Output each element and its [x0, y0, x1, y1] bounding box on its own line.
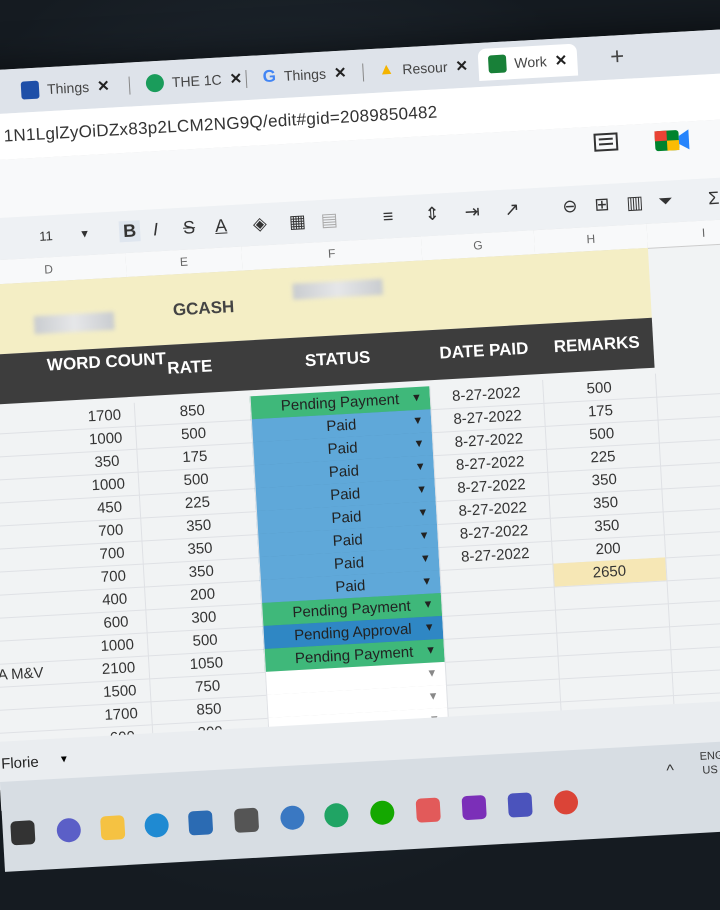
dropdown-arrow-icon[interactable]: ▼ — [422, 593, 434, 617]
tab-work[interactable]: Work ✕ — [477, 43, 579, 82]
close-icon[interactable]: ✕ — [455, 57, 469, 76]
status-label: Paid — [334, 577, 366, 596]
col-letter: H — [586, 231, 596, 247]
dropdown-arrow-icon[interactable]: ▼ — [412, 410, 424, 434]
dropdown-arrow-icon[interactable]: ▼ — [417, 502, 429, 526]
dropdown-arrow-icon[interactable]: ▼ — [427, 685, 439, 709]
filter-icon[interactable]: ⏷ — [658, 190, 674, 212]
col-letter: F — [327, 246, 336, 261]
dropdown-arrow-icon[interactable]: ▼ — [416, 479, 428, 503]
store-icon[interactable] — [187, 810, 214, 836]
chrome-icon[interactable] — [553, 789, 579, 816]
dropdown-arrow-icon[interactable]: ▼ — [426, 662, 438, 686]
tab-the-1c[interactable]: THE 1C ✕ — [135, 62, 253, 100]
merge-cells-icon: ▤ — [320, 209, 339, 231]
photo-scene: Things ✕ THE 1C ✕ G Things ✕ ▲ Resour ✕ — [0, 0, 720, 910]
chevron-up-icon[interactable]: ^ — [666, 762, 675, 780]
link-icon[interactable]: ⊖ — [562, 196, 578, 218]
dropdown-arrow-icon[interactable]: ▼ — [418, 525, 430, 549]
dropdown-caret-icon[interactable]: ▼ — [79, 228, 91, 241]
tab-label: Things — [283, 65, 327, 84]
upwork-icon[interactable] — [369, 800, 395, 826]
col-letter: D — [43, 262, 54, 277]
status-label: Paid — [331, 508, 362, 527]
align-icon[interactable]: ≡ — [382, 206, 394, 228]
italic-button[interactable]: I — [153, 219, 159, 240]
insert-chart-icon[interactable]: ▥ — [626, 192, 644, 214]
tab-label: Resour — [401, 58, 448, 78]
dropdown-arrow-icon[interactable]: ▼ — [421, 570, 433, 594]
language-indicator[interactable]: ENG — [699, 750, 720, 763]
dropdown-arrow-icon[interactable]: ▼ — [425, 639, 437, 663]
status-label: Paid — [327, 439, 359, 459]
tab-separator — [362, 63, 365, 82]
asana-icon[interactable] — [415, 797, 441, 823]
status-label: Paid — [328, 462, 360, 482]
laptop-screen: Things ✕ THE 1C ✕ G Things ✕ ▲ Resour ✕ — [0, 27, 720, 811]
fill-color-icon[interactable]: ◈ — [252, 213, 267, 235]
grammarly-icon[interactable] — [323, 802, 350, 828]
task-view-icon[interactable] — [10, 820, 36, 846]
text-rotate-icon[interactable]: ↗ — [504, 199, 520, 221]
settings-icon[interactable] — [279, 805, 306, 831]
status-label: Paid — [333, 554, 365, 573]
sheet-menu-caret-icon[interactable]: ▼ — [59, 754, 70, 766]
dropdown-arrow-icon[interactable]: ▼ — [419, 547, 432, 571]
tab-things-2[interactable]: G Things ✕ — [252, 56, 357, 94]
tab-separator — [128, 76, 131, 95]
tab-label: Things — [46, 78, 90, 98]
close-icon[interactable]: ✕ — [333, 63, 347, 82]
edge-icon[interactable] — [144, 812, 170, 838]
text-color-button[interactable]: A — [214, 215, 227, 237]
text-wrap-icon[interactable]: ⇥ — [464, 201, 480, 223]
drive-icon: ▲ — [378, 60, 395, 79]
strikethrough-button[interactable]: S — [182, 217, 195, 239]
tab-resour[interactable]: ▲ Resour ✕ — [368, 49, 479, 87]
dropdown-arrow-icon[interactable]: ▼ — [410, 387, 423, 411]
file-explorer-icon[interactable] — [100, 815, 126, 841]
font-size-select[interactable]: 11 — [39, 228, 53, 244]
circle-logo-icon — [145, 73, 165, 93]
close-icon[interactable]: ✕ — [554, 51, 568, 70]
status-label: Paid — [325, 416, 357, 436]
dropdown-arrow-icon[interactable]: ▼ — [414, 456, 427, 480]
dropdown-arrow-icon[interactable]: ▼ — [423, 616, 436, 640]
sheet-tab[interactable]: Florie — [1, 754, 39, 773]
functions-icon[interactable]: Σ — [708, 188, 720, 210]
close-icon[interactable]: ✕ — [229, 69, 243, 88]
region-indicator: US — [702, 763, 719, 777]
status-label: Paid — [332, 531, 364, 550]
status-label: Paid — [329, 485, 361, 504]
tab-things-1[interactable]: Things ✕ — [10, 69, 120, 107]
insert-comment-icon[interactable]: ⊞ — [594, 194, 610, 216]
meet-icon[interactable] — [652, 123, 698, 157]
col-letter: G — [472, 238, 484, 253]
doc-icon — [20, 80, 40, 100]
tab-label: Work — [513, 53, 548, 72]
camera-icon[interactable] — [233, 807, 260, 833]
borders-icon[interactable]: ▦ — [288, 211, 306, 233]
tab-label: THE 1C — [171, 71, 223, 91]
bold-button[interactable]: B — [118, 220, 141, 243]
dropdown-arrow-icon[interactable]: ▼ — [413, 433, 425, 457]
vertical-align-icon[interactable]: ⇕ — [424, 203, 440, 225]
chat-icon[interactable] — [56, 817, 82, 843]
comment-history-icon[interactable] — [592, 131, 619, 156]
new-tab-button[interactable]: + — [609, 43, 625, 72]
teams-icon[interactable] — [507, 792, 533, 818]
sheets-icon — [487, 54, 507, 74]
close-icon[interactable]: ✕ — [97, 77, 111, 96]
onenote-icon[interactable] — [461, 794, 487, 821]
google-icon: G — [262, 66, 277, 87]
col-letter: I — [701, 225, 706, 240]
col-letter: E — [179, 254, 189, 270]
